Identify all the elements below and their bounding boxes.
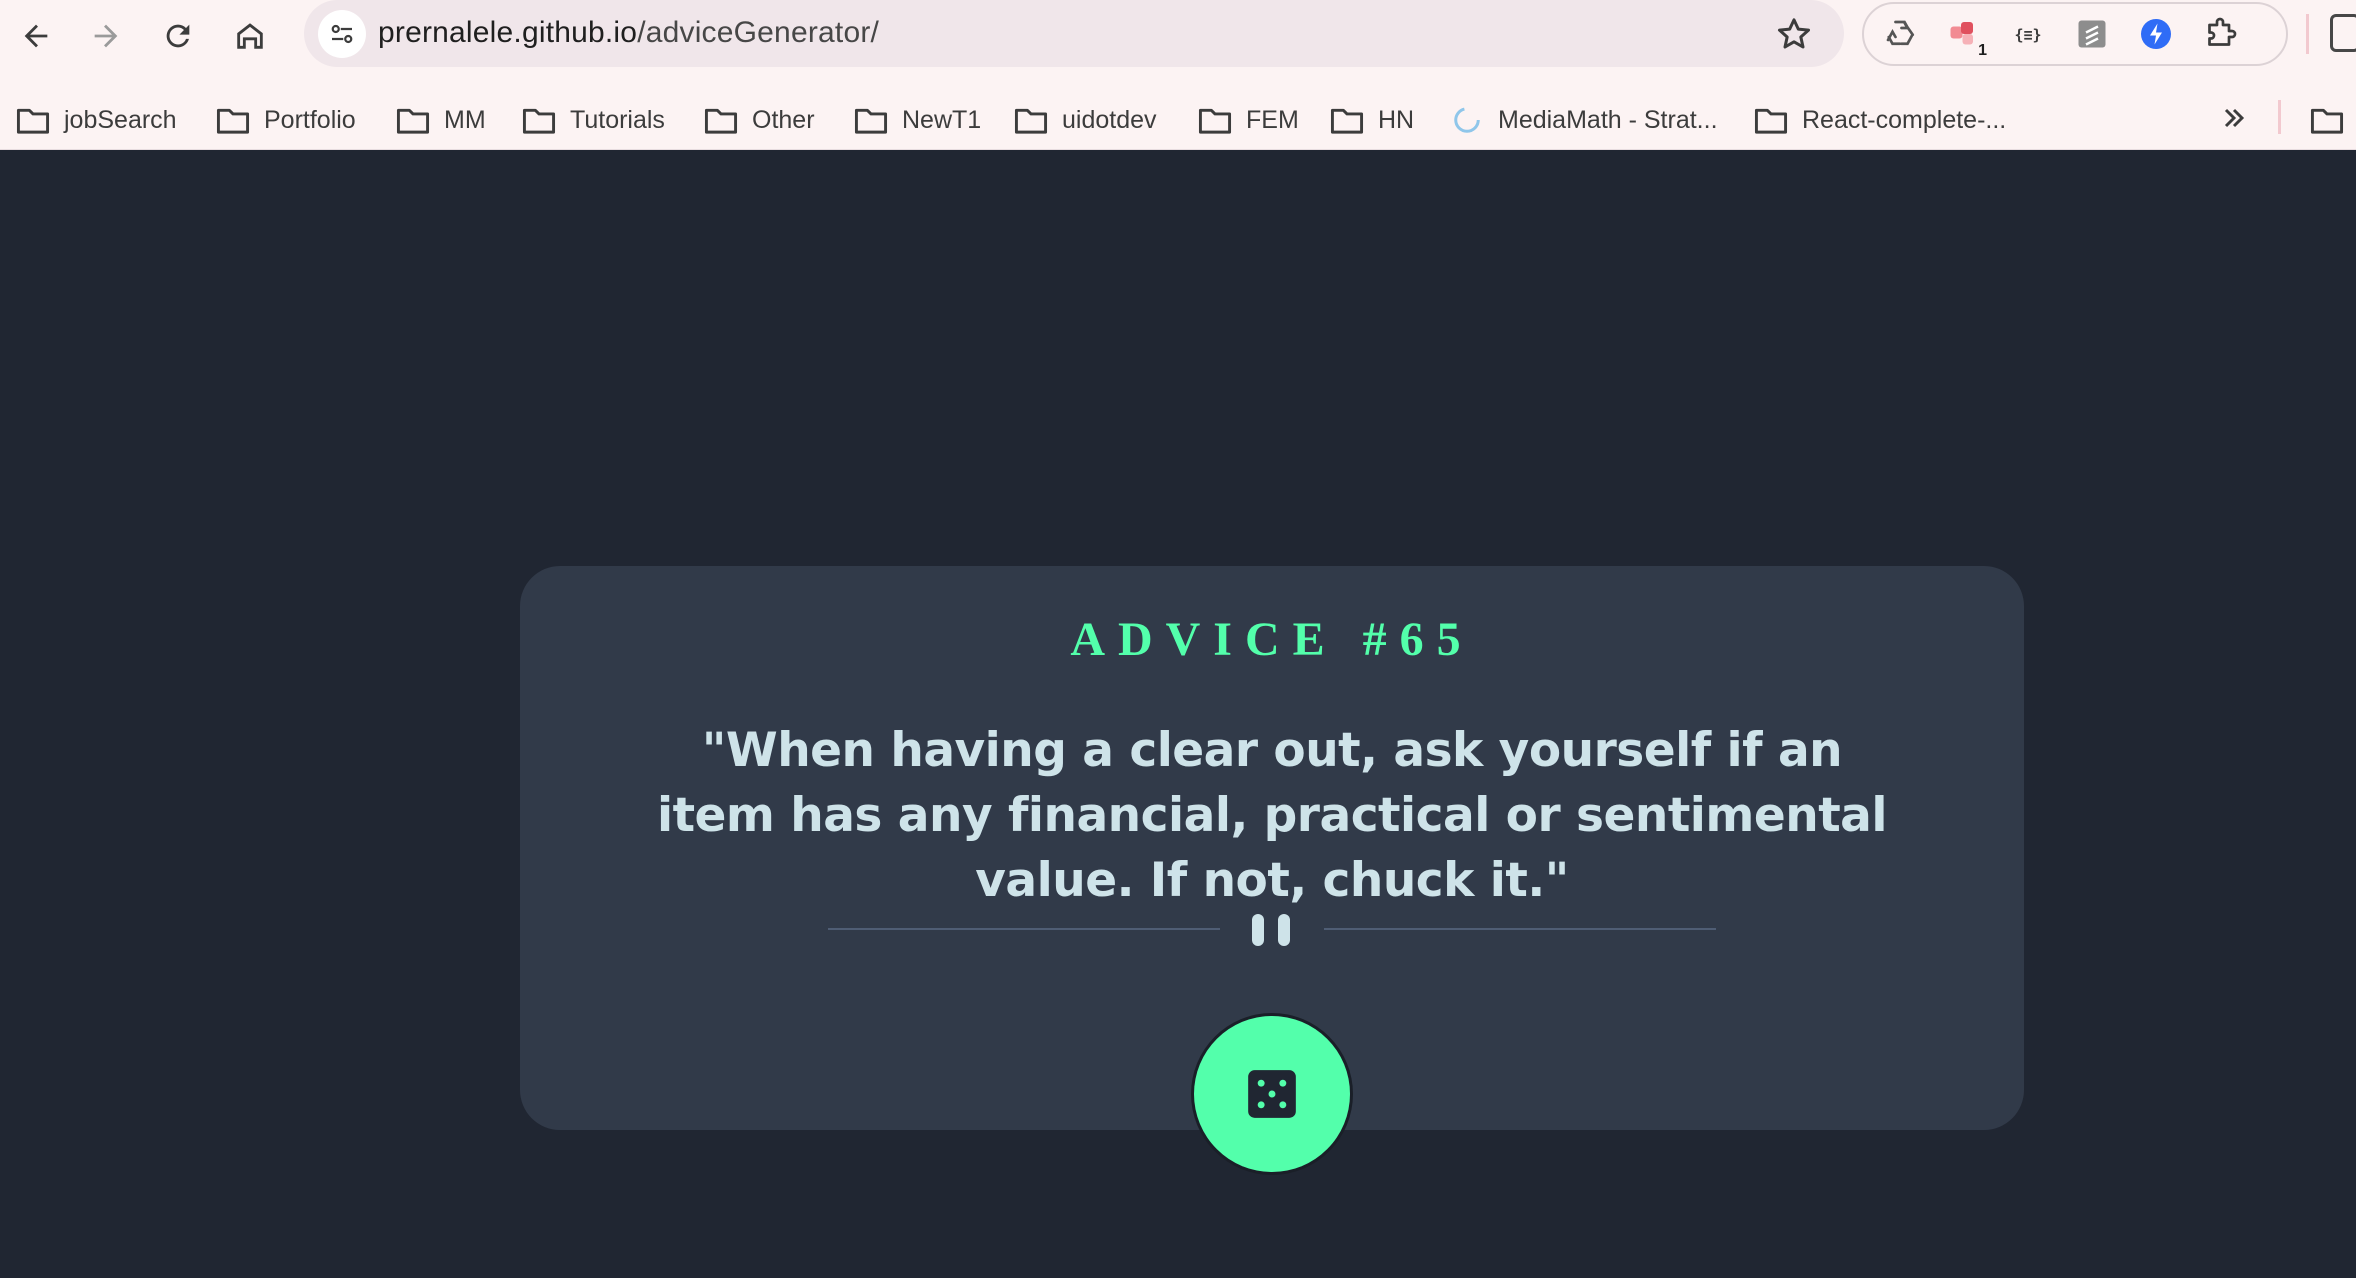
bookmark-label: uidotdev bbox=[1062, 105, 1157, 134]
bookmark-label: MM bbox=[444, 105, 486, 134]
folder-icon bbox=[216, 108, 250, 134]
loading-spinner-icon bbox=[1454, 107, 1480, 133]
advice-quote: "When having a clear out, ask yourself i… bbox=[656, 723, 1888, 908]
bookmark-label: jobSearch bbox=[64, 105, 177, 134]
stripe-square-icon bbox=[2078, 20, 2106, 48]
divider-pause-bar-left bbox=[1252, 914, 1264, 946]
divider-pause-bar-right bbox=[1278, 914, 1290, 946]
folder-icon bbox=[522, 108, 556, 134]
bookmark-item[interactable]: uidotdev bbox=[1014, 98, 1157, 142]
folder-icon bbox=[1754, 108, 1788, 134]
bookmark-item[interactable]: FEM bbox=[1198, 98, 1299, 142]
folder-icon bbox=[704, 108, 738, 134]
back-button[interactable] bbox=[12, 12, 60, 60]
bookmark-label: Tutorials bbox=[570, 105, 665, 134]
json-braces-icon: {≡} bbox=[2014, 26, 2041, 44]
bookmark-item[interactable]: NewT1 bbox=[854, 98, 981, 142]
bookmark-item[interactable]: jobSearch bbox=[16, 98, 177, 142]
divider-left bbox=[828, 928, 1220, 930]
bookmark-label: Other bbox=[752, 105, 815, 134]
tune-icon bbox=[331, 24, 353, 44]
browser-toolbar: prernalele.github.io/adviceGenerator/ 1 … bbox=[0, 0, 2356, 92]
bookmark-star-icon[interactable] bbox=[1774, 14, 1814, 54]
home-button[interactable] bbox=[226, 12, 274, 60]
extension-recycle[interactable] bbox=[1880, 14, 1920, 54]
extensions-group: 1 {≡} bbox=[1862, 2, 2288, 66]
bookmark-item[interactable]: MM bbox=[396, 98, 486, 142]
extensions-menu-button[interactable] bbox=[2200, 14, 2240, 54]
folder-icon bbox=[854, 108, 888, 134]
bookmark-item[interactable]: Tutorials bbox=[522, 98, 665, 142]
dice-icon bbox=[1248, 1070, 1296, 1118]
bookmarks-separator bbox=[2278, 100, 2281, 134]
forward-button[interactable] bbox=[82, 12, 130, 60]
bookmark-item[interactable]: HN bbox=[1330, 98, 1414, 142]
extension-badge-count: 1 bbox=[1975, 42, 1990, 60]
advice-heading: ADVICE #65 bbox=[1070, 613, 1474, 666]
url-path: /adviceGenerator/ bbox=[637, 16, 880, 49]
bookmark-label: MediaMath - Strat... bbox=[1498, 105, 1718, 134]
reload-icon bbox=[166, 24, 190, 48]
bookmark-item[interactable]: Portfolio bbox=[216, 98, 356, 142]
site-info-button[interactable] bbox=[318, 10, 366, 58]
toolbar-separator bbox=[2306, 14, 2309, 54]
folder-icon bbox=[1014, 108, 1048, 134]
folder-icon bbox=[1198, 108, 1232, 134]
bookmark-item[interactable]: React-complete-... bbox=[1754, 98, 2006, 142]
bookmark-item[interactable]: MediaMath - Strat... bbox=[1450, 98, 1718, 142]
generate-advice-button[interactable] bbox=[1194, 1016, 1350, 1172]
bookmarks-overflow-button[interactable] bbox=[2214, 98, 2254, 138]
folder-icon bbox=[1330, 108, 1364, 134]
reload-button[interactable] bbox=[154, 12, 202, 60]
url-host: prernalele.github.io bbox=[378, 16, 638, 49]
svg-text:{≡}: {≡} bbox=[2014, 26, 2041, 44]
bookmark-folder-other[interactable] bbox=[2310, 98, 2344, 142]
arrow-right-icon bbox=[94, 24, 118, 48]
url-text[interactable]: prernalele.github.io/adviceGenerator/ bbox=[378, 16, 879, 50]
bookmark-label: FEM bbox=[1246, 105, 1299, 134]
extension-gray[interactable] bbox=[2072, 14, 2112, 54]
bookmark-label: React-complete-... bbox=[1802, 105, 2007, 134]
double-chevron-right-icon bbox=[2224, 108, 2245, 128]
folder-icon bbox=[2310, 108, 2344, 134]
recycle-icon bbox=[1886, 20, 1915, 46]
profile-edge-icon[interactable] bbox=[2330, 14, 2356, 52]
extension-bolt[interactable] bbox=[2136, 14, 2176, 54]
folder-icon bbox=[396, 108, 430, 134]
lightning-bolt-icon bbox=[2141, 19, 2171, 49]
divider-right bbox=[1324, 928, 1716, 930]
bookmark-label: Portfolio bbox=[264, 105, 356, 134]
arrow-left-icon bbox=[24, 24, 48, 48]
extension-json[interactable]: {≡} bbox=[2008, 14, 2048, 54]
folder-icon bbox=[16, 108, 50, 134]
bookmark-item[interactable]: Other bbox=[704, 98, 815, 142]
address-bar[interactable]: prernalele.github.io/adviceGenerator/ bbox=[304, 0, 1844, 67]
bookmark-label: NewT1 bbox=[902, 105, 982, 134]
extension-badged[interactable]: 1 bbox=[1944, 14, 1990, 60]
bookmark-label: HN bbox=[1378, 105, 1415, 134]
home-icon bbox=[237, 23, 263, 49]
puzzle-piece-icon bbox=[2208, 17, 2237, 46]
